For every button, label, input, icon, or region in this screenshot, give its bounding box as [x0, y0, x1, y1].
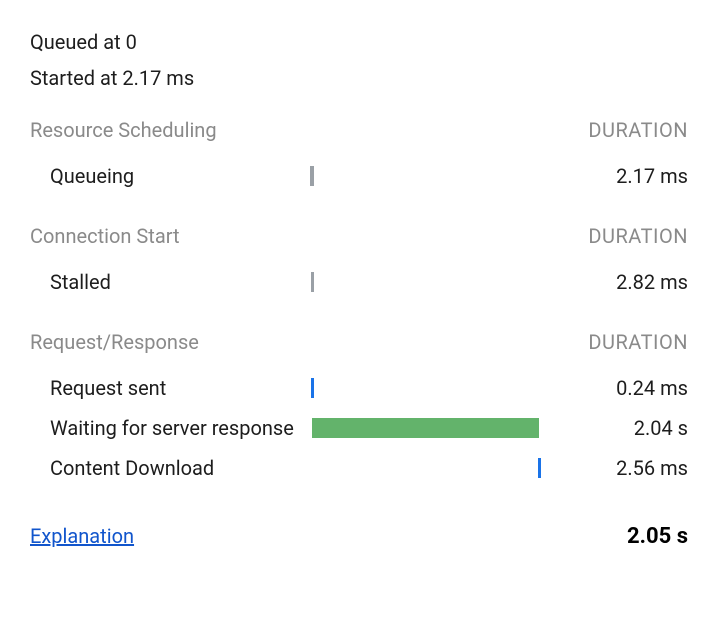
section-title: Request/Response [30, 330, 199, 354]
queueing-value: 2.17 ms [578, 164, 688, 188]
connection-start-section: Connection Start DURATION Stalled 2.82 m… [30, 224, 688, 302]
request-sent-bar-area [310, 374, 578, 402]
stalled-bar [311, 272, 314, 292]
request-response-section: Request/Response DURATION Request sent 0… [30, 330, 688, 488]
content-download-label: Content Download [30, 456, 310, 480]
queueing-bar-area [310, 162, 578, 190]
queueing-bar [310, 166, 314, 186]
duration-column-header: DURATION [588, 224, 688, 248]
section-header: Connection Start DURATION [30, 224, 688, 248]
content-download-row: Content Download 2.56 ms [30, 448, 688, 488]
stalled-row: Stalled 2.82 ms [30, 262, 688, 302]
request-sent-value: 0.24 ms [578, 376, 688, 400]
waiting-bar [312, 418, 540, 438]
queueing-label: Queueing [30, 164, 310, 188]
content-download-value: 2.56 ms [578, 456, 688, 480]
stalled-bar-area [310, 268, 578, 296]
section-header: Request/Response DURATION [30, 330, 688, 354]
request-sent-bar [311, 378, 314, 398]
request-sent-row: Request sent 0.24 ms [30, 368, 688, 408]
timing-header: Queued at 0 Started at 2.17 ms [30, 30, 688, 90]
queueing-row: Queueing 2.17 ms [30, 156, 688, 196]
explanation-link[interactable]: Explanation [30, 524, 134, 548]
waiting-label: Waiting for server response [30, 416, 310, 440]
started-at: Started at 2.17 ms [30, 66, 688, 90]
total-duration: 2.05 s [627, 524, 688, 549]
request-sent-label: Request sent [30, 376, 310, 400]
resource-scheduling-section: Resource Scheduling DURATION Queueing 2.… [30, 118, 688, 196]
section-title: Resource Scheduling [30, 118, 217, 142]
content-download-bar [538, 458, 541, 478]
duration-column-header: DURATION [588, 118, 688, 142]
waiting-bar-area [310, 414, 578, 442]
section-header: Resource Scheduling DURATION [30, 118, 688, 142]
stalled-label: Stalled [30, 270, 310, 294]
section-title: Connection Start [30, 224, 180, 248]
waiting-value: 2.04 s [578, 416, 688, 440]
queued-at: Queued at 0 [30, 30, 688, 54]
waiting-row: Waiting for server response 2.04 s [30, 408, 688, 448]
stalled-value: 2.82 ms [578, 270, 688, 294]
duration-column-header: DURATION [588, 330, 688, 354]
footer: Explanation 2.05 s [30, 524, 688, 549]
content-download-bar-area [310, 454, 578, 482]
